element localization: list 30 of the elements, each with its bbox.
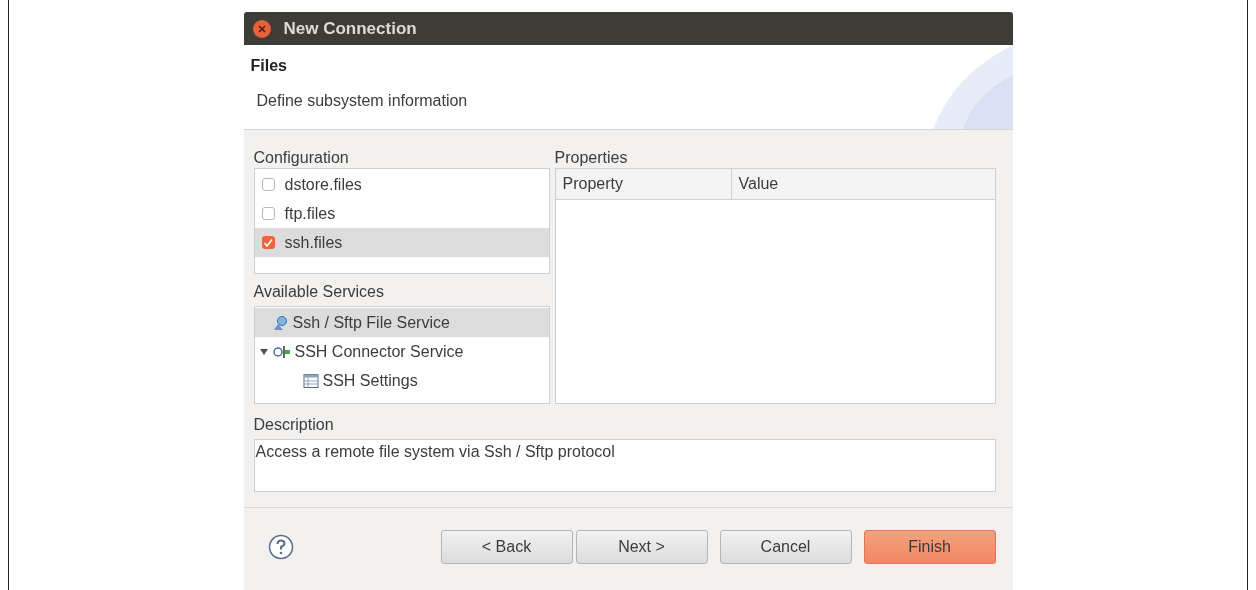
- tree-item[interactable]: SSH Connector Service: [254, 337, 549, 366]
- page-title: Files: [250, 56, 287, 76]
- description-box: Access a remote file system via Ssh / Sftp protocol: [253, 439, 996, 492]
- section-label: Description: [253, 415, 334, 435]
- checkbox[interactable]: [261, 178, 275, 191]
- close-icon[interactable]: [251, 18, 272, 39]
- expanded-arrow-icon[interactable]: [258, 346, 269, 357]
- checkbox[interactable]: [261, 207, 275, 220]
- page-subtitle: Define subsystem information: [256, 91, 468, 111]
- list-item[interactable]: ssh.files: [254, 228, 549, 257]
- help-icon[interactable]: [267, 534, 294, 560]
- checkbox[interactable]: [261, 236, 275, 249]
- check-icon: [263, 237, 273, 248]
- dialog-button[interactable]: < Back: [440, 530, 573, 564]
- section-label: Configuration: [253, 148, 349, 168]
- column-header[interactable]: Property: [555, 169, 732, 199]
- dialog-button[interactable]: Next >: [575, 530, 708, 564]
- window-title: New Connection: [283, 17, 417, 40]
- section-label: Properties: [554, 148, 628, 168]
- column-header[interactable]: Value: [731, 169, 995, 199]
- tree-item[interactable]: SSH Settings: [254, 366, 549, 395]
- list-item[interactable]: dstore.files: [254, 170, 549, 199]
- dialog-button[interactable]: Cancel: [719, 530, 852, 564]
- connector-icon: [272, 343, 291, 360]
- globe-user-icon: [272, 314, 289, 331]
- dialog-button[interactable]: Finish: [863, 530, 996, 564]
- section-label: Available Services: [253, 282, 384, 302]
- list-item[interactable]: ftp.files: [254, 199, 549, 228]
- table-icon: [302, 372, 319, 389]
- tree-item[interactable]: Ssh / Sftp File Service: [254, 308, 549, 337]
